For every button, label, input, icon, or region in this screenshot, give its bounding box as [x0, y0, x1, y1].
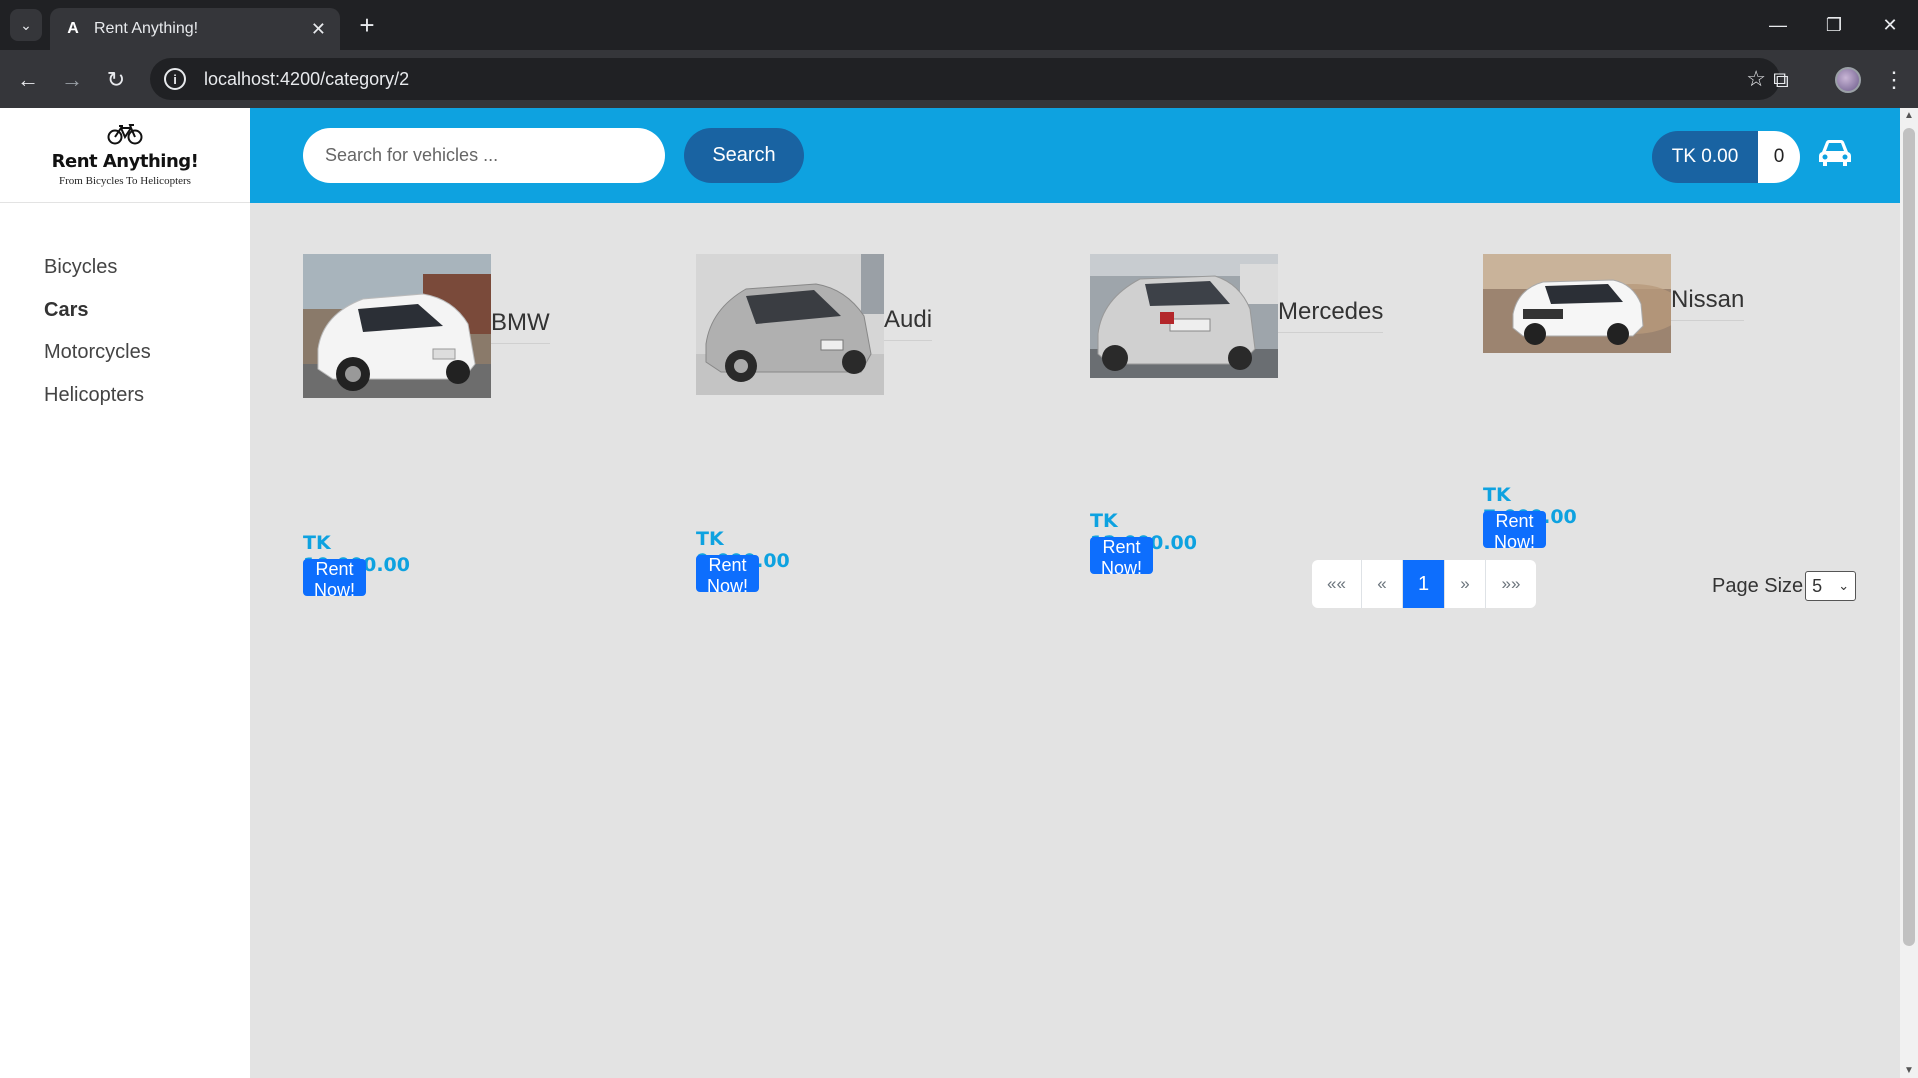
tab-search-chevron-icon[interactable]: ⌄	[10, 9, 42, 41]
pagination-next[interactable]: »	[1445, 560, 1486, 608]
scroll-up-icon[interactable]: ▲	[1903, 110, 1915, 121]
tab-title: Rent Anything!	[94, 20, 199, 37]
page-size-control: Page Size 5 ⌄	[1712, 571, 1857, 601]
pagination-first[interactable]: ««	[1312, 560, 1362, 608]
url-text[interactable]: localhost:4200/category/2	[204, 69, 1746, 90]
search-input[interactable]	[303, 128, 665, 183]
favicon-icon: A	[67, 20, 79, 37]
page-size-value: 5	[1812, 575, 1823, 596]
brand-name: Rent Anything!	[51, 151, 199, 172]
pagination-current-page[interactable]: 1	[1403, 560, 1445, 608]
category-menu: Bicycles Cars Motorcycles Helicopters	[44, 256, 151, 426]
address-bar[interactable]: i localhost:4200/category/2 ☆	[150, 58, 1780, 100]
brand-logo[interactable]: Rent Anything! From Bicycles To Helicopt…	[0, 108, 250, 203]
pagination-prev[interactable]: «	[1362, 560, 1403, 608]
rent-now-button[interactable]: Rent Now!	[303, 559, 367, 600]
sidebar-item-helicopters[interactable]: Helicopters	[44, 384, 151, 427]
sidebar-item-cars[interactable]: Cars	[44, 299, 151, 342]
cart-total[interactable]: TK 0.00	[1652, 131, 1758, 183]
search-button[interactable]: Search	[684, 128, 804, 183]
cart-quantity[interactable]: 0	[1758, 131, 1800, 183]
bookmark-star-icon[interactable]: ☆	[1746, 66, 1766, 92]
site-info-icon[interactable]: i	[164, 68, 186, 90]
pagination-last[interactable]: »»	[1486, 560, 1536, 608]
rent-now-button[interactable]: Rent Now!	[1483, 511, 1547, 552]
rent-now-button[interactable]: Rent Now!	[696, 555, 760, 596]
pagination: «« « 1 » »»	[1312, 560, 1536, 608]
rent-now-button[interactable]: Rent Now!	[1090, 537, 1154, 578]
product-image[interactable]	[1483, 254, 1671, 353]
product-image[interactable]	[696, 254, 884, 395]
back-icon[interactable]: ←	[12, 64, 44, 96]
product-name[interactable]: Audi	[884, 306, 933, 341]
page-scrollbar[interactable]: ▲ ▼	[1900, 108, 1918, 1078]
browser-tab[interactable]: A Rent Anything! ✕	[50, 8, 340, 50]
product-name[interactable]: BMW	[491, 309, 550, 344]
page-viewport: Rent Anything! From Bicycles To Helicopt…	[0, 108, 1918, 1078]
new-tab-icon[interactable]: +	[352, 10, 382, 40]
sidebar-item-motorcycles[interactable]: Motorcycles	[44, 341, 151, 384]
page-size-select[interactable]: 5 ⌄	[1805, 571, 1857, 601]
reload-icon[interactable]: ↻	[100, 64, 132, 96]
sidebar: Rent Anything! From Bicycles To Helicopt…	[0, 108, 250, 1078]
scroll-down-icon[interactable]: ▼	[1903, 1065, 1915, 1076]
bicycle-icon	[107, 123, 143, 147]
car-icon[interactable]	[1817, 138, 1853, 170]
chevron-down-icon: ⌄	[1838, 578, 1850, 593]
product-image[interactable]	[303, 254, 491, 398]
tab-close-icon[interactable]: ✕	[311, 19, 326, 40]
browser-tabbar: ⌄ A Rent Anything! ✕ + — ❐ ✕	[0, 0, 1918, 50]
browser-toolbar: ← → ↻ i localhost:4200/category/2 ☆ ⧉ ⋮	[0, 50, 1918, 108]
minimize-icon[interactable]: —	[1750, 8, 1806, 42]
page-size-label: Page Size	[1712, 574, 1804, 597]
browser-menu-icon[interactable]: ⋮	[1878, 64, 1910, 96]
product-name[interactable]: Mercedes	[1278, 298, 1384, 333]
top-header: Search TK 0.00 0	[250, 108, 1900, 203]
window-close-icon[interactable]: ✕	[1862, 8, 1918, 42]
product-image[interactable]	[1090, 254, 1278, 378]
forward-icon[interactable]: →	[56, 64, 88, 96]
scrollbar-thumb[interactable]	[1903, 128, 1915, 946]
restore-icon[interactable]: ❐	[1806, 8, 1862, 42]
profile-avatar[interactable]	[1832, 64, 1864, 96]
extensions-icon[interactable]: ⧉	[1765, 64, 1797, 96]
brand-tagline: From Bicycles To Helicopters	[59, 175, 191, 187]
product-name[interactable]: Nissan	[1671, 286, 1745, 321]
sidebar-item-bicycles[interactable]: Bicycles	[44, 256, 151, 299]
